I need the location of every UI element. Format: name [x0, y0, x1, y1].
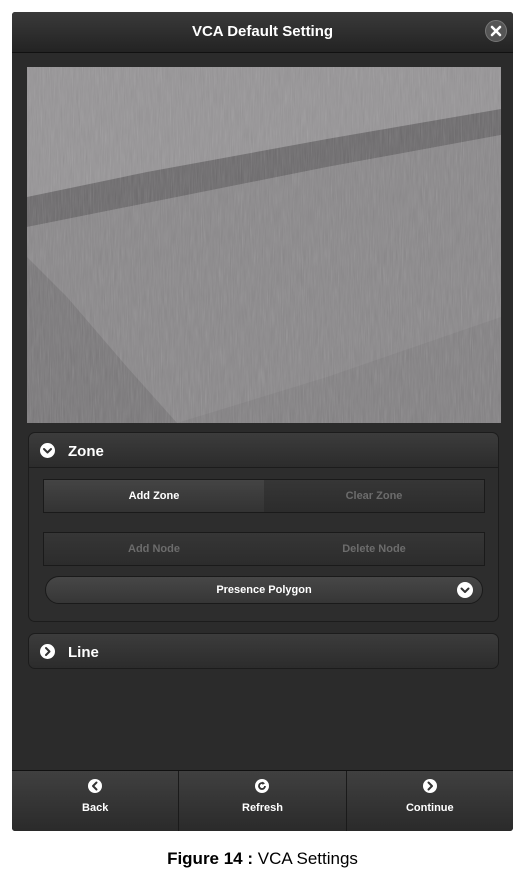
- title-bar: VCA Default Setting: [12, 12, 513, 53]
- refresh-icon: [255, 779, 270, 793]
- add-zone-button[interactable]: Add Zone: [44, 480, 264, 512]
- zone-section-header[interactable]: Zone: [28, 432, 499, 468]
- close-button[interactable]: [485, 20, 507, 42]
- refresh-button[interactable]: Refresh: [179, 771, 347, 831]
- footer-toolbar: Back Refresh Continue: [12, 770, 513, 831]
- back-label: Back: [82, 802, 109, 814]
- camera-feed-image: [27, 67, 501, 423]
- chevron-right-icon: [422, 779, 437, 793]
- figure-number: Figure 14 :: [167, 849, 254, 868]
- chevron-left-icon: [88, 779, 103, 793]
- zone-action-group: Add Zone Clear Zone: [43, 479, 485, 513]
- node-action-group: Add Node Delete Node: [43, 532, 485, 566]
- delete-node-button[interactable]: Delete Node: [264, 533, 484, 565]
- line-section-header[interactable]: Line: [28, 633, 499, 669]
- add-node-button[interactable]: Add Node: [44, 533, 264, 565]
- refresh-label: Refresh: [242, 802, 283, 814]
- figure-caption: Figure 14 : VCA Settings: [0, 849, 525, 869]
- vca-settings-dialog: VCA Default Setting Zone Add Zone Clear …: [12, 12, 513, 831]
- figure-caption-text: VCA Settings: [257, 849, 358, 868]
- continue-label: Continue: [405, 802, 454, 814]
- zone-section-label: Zone: [68, 443, 104, 460]
- continue-button[interactable]: Continue: [347, 771, 513, 831]
- back-button[interactable]: Back: [12, 771, 180, 831]
- video-preview[interactable]: [27, 67, 501, 423]
- zone-type-value: Presence Polygon: [216, 584, 312, 596]
- line-section-label: Line: [68, 644, 99, 661]
- close-icon: [490, 25, 502, 37]
- chevron-right-icon: [40, 644, 55, 659]
- zone-type-select[interactable]: Presence Polygon: [45, 576, 483, 604]
- clear-zone-button[interactable]: Clear Zone: [264, 480, 484, 512]
- chevron-down-icon: [40, 443, 55, 458]
- chevron-down-icon: [457, 582, 473, 598]
- dialog-title: VCA Default Setting: [191, 23, 334, 40]
